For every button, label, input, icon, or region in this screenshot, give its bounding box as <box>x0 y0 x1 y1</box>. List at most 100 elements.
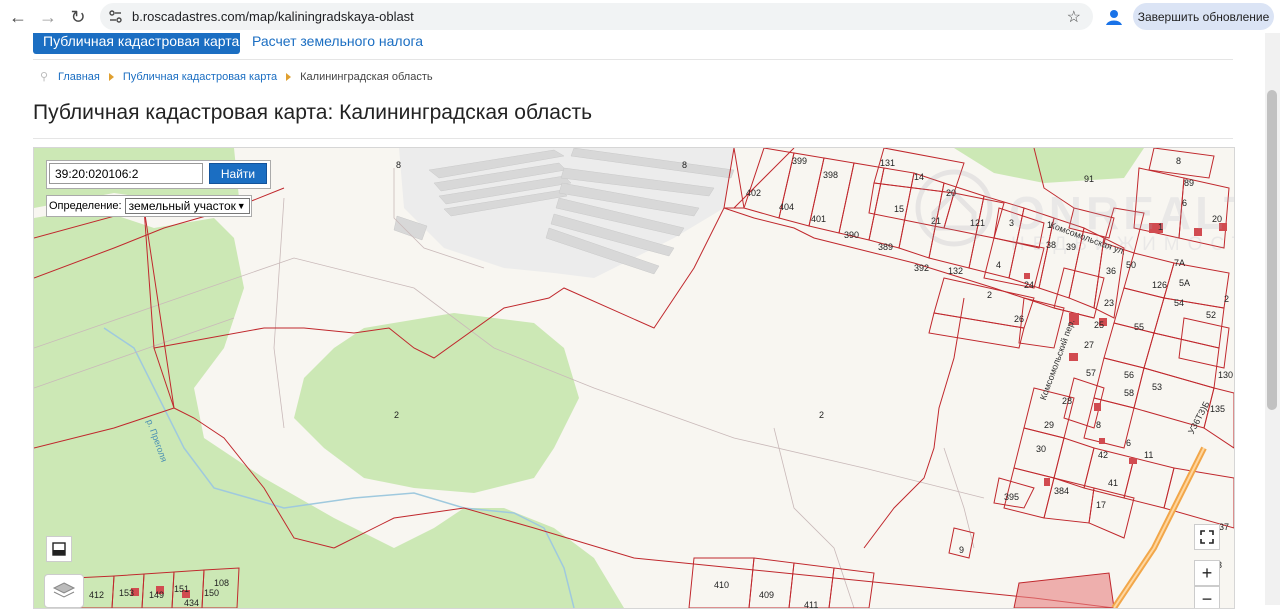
divider <box>33 59 1233 60</box>
parcel-number-label: 108 <box>214 578 230 588</box>
location-pin-icon: ⚲ <box>40 71 49 83</box>
parcel-number-label: 4 <box>996 260 1002 270</box>
parcel-number-label: 398 <box>823 170 839 180</box>
breadcrumb-current: Калининградская область <box>300 71 433 83</box>
address-bar[interactable]: b.roscadastres.com/map/kaliningradskaya-… <box>100 3 1093 30</box>
parcel-number-label: 6 <box>1182 198 1188 208</box>
parcel-number-label: 8 <box>1096 420 1102 430</box>
parcel-number-label: 7A <box>1174 258 1186 268</box>
zoom-in-button[interactable]: + <box>1194 560 1220 586</box>
parcel-number-label: 2 <box>819 410 825 420</box>
breadcrumb-home[interactable]: Главная <box>58 71 100 83</box>
parcel-number-label: 412 <box>89 590 105 600</box>
reload-icon[interactable]: ↻ <box>64 3 92 31</box>
parcel-number-label: 25 <box>1094 320 1105 330</box>
parcel-number-label: 57 <box>1086 368 1097 378</box>
zoom-out-button[interactable]: − <box>1194 586 1220 608</box>
parcel-number-label: 37 <box>1219 522 1230 532</box>
parcel-number-label: 404 <box>779 202 795 212</box>
parcel-number-label: 135 <box>1210 404 1226 414</box>
parcel-number-label: 153 <box>119 588 135 598</box>
parcel-number-label: 23 <box>1104 298 1115 308</box>
legend-icon <box>52 542 66 556</box>
tab-public-cadastral-map[interactable]: Публичная кадастровая карта <box>33 33 240 54</box>
parcel-number-label: 8 <box>682 160 688 170</box>
parcel-number-label: 58 <box>1124 388 1135 398</box>
back-icon[interactable]: ← <box>4 3 32 31</box>
parcel-number-label: 131 <box>880 158 896 168</box>
map-legend-button[interactable] <box>46 536 72 562</box>
tab-land-tax[interactable]: Расчет земельного налога <box>252 33 423 49</box>
breadcrumb-arrow-icon <box>108 73 114 82</box>
parcel-number-label: 121 <box>970 218 986 228</box>
parcel-number-label: 27 <box>1084 340 1095 350</box>
breadcrumb-map[interactable]: Публичная кадастровая карта <box>123 71 277 83</box>
parcel-number-label: 36 <box>1106 266 1117 276</box>
parcel-number-label: 126 <box>1152 280 1168 290</box>
parcel-number-label: 392 <box>914 263 930 273</box>
parcel-number-label: 30 <box>1036 444 1047 454</box>
cadastral-number-input[interactable] <box>49 163 203 184</box>
page-scrollbar[interactable] <box>1265 33 1280 605</box>
parcel-number-label: 54 <box>1174 298 1185 308</box>
parcel-number-label: 20 <box>946 188 957 198</box>
parcel-number-label: 384 <box>1054 486 1070 496</box>
highlighted-parcel <box>1013 572 1115 608</box>
parcel-number-label: 2 <box>394 410 400 420</box>
layers-button[interactable] <box>44 574 84 608</box>
parcel-number-label: 395 <box>1004 492 1020 502</box>
parcel-number-label: 29 <box>1044 420 1055 430</box>
cadastral-map[interactable]: 8 8 402 404 401 399 398 390 389 131 14 20 15 21 121 3 1 3… <box>33 147 1235 609</box>
parcel-number-label: 401 <box>811 214 827 224</box>
site-settings-icon[interactable] <box>108 9 123 24</box>
search-panel: Найти <box>46 160 271 189</box>
parcel-number-label: 53 <box>1152 382 1163 392</box>
parcel-number-label: 151 <box>174 584 190 594</box>
parcel-number-label: 50 <box>1126 260 1137 270</box>
find-button[interactable]: Найти <box>209 163 267 184</box>
browser-toolbar: ← → ↻ b.roscadastres.com/map/kaliningrad… <box>0 0 1280 33</box>
parcel-number-label: 21 <box>931 216 942 226</box>
main-road <box>1111 446 1207 608</box>
divider <box>33 138 1233 139</box>
url-text: b.roscadastres.com/map/kaliningradskaya-… <box>132 9 414 24</box>
parcel-number-label: 52 <box>1206 310 1217 320</box>
parcel-number-label: 389 <box>878 242 894 252</box>
parcel-number-label: 150 <box>204 588 220 598</box>
parcel-number-label: 8 <box>396 160 402 170</box>
breadcrumb: ⚲ Главная Публичная кадастровая карта Калин… <box>40 70 433 83</box>
chevron-down-icon: ▼ <box>236 201 246 211</box>
parcel-number-label: 409 <box>759 590 775 600</box>
definition-select[interactable]: земельный участок ▼ <box>124 198 250 214</box>
parcel-number-label: 399 <box>792 156 808 166</box>
parcel-number-label: 91 <box>1084 174 1095 184</box>
breadcrumb-arrow-icon <box>286 73 292 82</box>
parcel-number-label: 9 <box>959 545 965 555</box>
parcel-number-label: 402 <box>746 188 762 198</box>
scrollbar-thumb[interactable] <box>1267 90 1277 410</box>
parcel-number-label: 2 <box>987 290 993 300</box>
parcel-number-label: 2 <box>1224 294 1230 304</box>
parcel-number-label: 132 <box>948 266 964 276</box>
page-title: Публичная кадастровая карта: Калининград… <box>33 101 593 124</box>
definition-panel: Определение: земельный участок ▼ <box>46 195 252 217</box>
parcel-number-label: 14 <box>914 172 925 182</box>
profile-icon[interactable] <box>1102 5 1126 29</box>
parcel-number-label: 130 <box>1218 370 1234 380</box>
fullscreen-icon <box>1200 530 1214 544</box>
parcel-number-label: 55 <box>1134 322 1145 332</box>
bookmark-star-icon[interactable]: ☆ <box>1067 7 1081 27</box>
parcel-number-label: 89 <box>1184 178 1195 188</box>
parcel-number-label: 56 <box>1124 370 1135 380</box>
parcel-number-label: 42 <box>1098 450 1109 460</box>
parcel-number-label: 1 <box>1158 222 1164 232</box>
forest-area <box>294 313 579 493</box>
parcel-number-label: 38 <box>1046 240 1057 250</box>
parcel-number-label: 434 <box>184 598 200 608</box>
forward-icon[interactable]: → <box>34 3 62 31</box>
parcel-number-label: 3 <box>1009 218 1015 228</box>
forest-area <box>954 148 1144 183</box>
fullscreen-button[interactable] <box>1194 524 1220 550</box>
definition-label: Определение: <box>49 200 122 212</box>
finish-update-button[interactable]: Завершить обновление <box>1133 3 1274 30</box>
